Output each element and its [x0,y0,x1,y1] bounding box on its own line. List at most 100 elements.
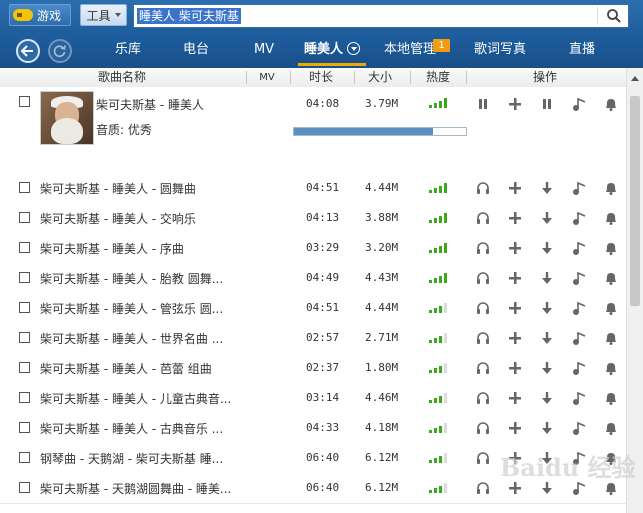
row-checkbox[interactable] [19,362,30,373]
add-button[interactable] [507,420,523,436]
tab-sleeping-beauty[interactable]: 睡美人 [298,34,366,68]
song-title[interactable]: 柴可夫斯基 - 睡美人 - 圆舞曲 [40,180,196,197]
header-mv[interactable]: MV [252,68,282,87]
row-checkbox[interactable] [19,482,30,493]
add-button[interactable] [507,240,523,256]
play-button[interactable] [475,210,491,226]
table-row[interactable]: 柴可夫斯基 - 睡美人 - 圆舞曲 04:51 4.44M [0,173,626,204]
add-button[interactable] [507,300,523,316]
download-button[interactable] [539,240,555,256]
table-row[interactable]: 柴可夫斯基 - 睡美人 - 古典音乐 ... 04:33 4.18M [0,413,626,444]
add-button[interactable] [507,360,523,376]
table-row[interactable]: 柴可夫斯基 - 睡美人 - 儿童古典音... 03:14 4.46M [0,383,626,414]
ringtone-button[interactable] [603,240,619,256]
play-button[interactable] [475,240,491,256]
tab-live[interactable]: 直播 [566,34,598,68]
row-checkbox[interactable] [19,452,30,463]
ringtone-button[interactable] [603,420,619,436]
play-button[interactable] [475,360,491,376]
ringtone-button[interactable] [603,390,619,406]
chevron-down-icon[interactable] [347,42,360,55]
add-button[interactable] [507,180,523,196]
add-button[interactable] [507,96,523,112]
table-row[interactable]: 柴可夫斯基 - 睡美人 - 胎教 圆舞... 04:49 4.43M [0,263,626,294]
header-heat[interactable]: 热度 [416,68,460,87]
header-song-name[interactable]: 歌曲名称 [40,68,204,87]
download-button[interactable] [539,300,555,316]
ringtone-button[interactable] [603,270,619,286]
tab-radio[interactable]: 电台 [176,34,216,68]
tab-local-management[interactable]: 本地管理 [382,34,438,68]
song-title[interactable]: 柴可夫斯基 - 睡美人 - 芭蕾 组曲 [40,360,212,377]
tab-mv[interactable]: MV [248,34,280,68]
table-row[interactable]: 柴可夫斯基 - 睡美人 - 芭蕾 组曲 02:37 1.80M [0,353,626,384]
ringtone-button[interactable] [603,300,619,316]
play-button[interactable] [475,420,491,436]
play-button[interactable] [475,270,491,286]
mv-button[interactable] [571,270,587,286]
mv-button[interactable] [571,300,587,316]
add-button[interactable] [507,330,523,346]
add-button[interactable] [507,270,523,286]
pause-download-button[interactable] [539,96,555,112]
game-button[interactable]: 游戏 [9,4,71,26]
play-button[interactable] [475,480,491,496]
mv-button[interactable] [571,210,587,226]
scroll-up-arrow-icon[interactable] [631,76,639,81]
download-button[interactable] [539,180,555,196]
mv-button[interactable] [571,390,587,406]
ringtone-button[interactable] [603,180,619,196]
playing-song-row[interactable]: 柴可夫斯基 - 睡美人 04:08 3.79M 音质: 优秀 [0,87,626,174]
song-title[interactable]: 柴可夫斯基 - 睡美人 - 世界名曲 ... [40,330,223,347]
header-size[interactable]: 大小 [360,68,400,87]
download-button[interactable] [539,210,555,226]
ringtone-button[interactable] [603,210,619,226]
song-title[interactable]: 钢琴曲 - 天鹅湖 - 柴可夫斯基 睡... [40,450,223,467]
download-button[interactable] [539,330,555,346]
song-title[interactable]: 柴可夫斯基 - 睡美人 - 古典音乐 ... [40,420,223,437]
row-checkbox[interactable] [19,242,30,253]
download-button[interactable] [539,360,555,376]
play-button[interactable] [475,330,491,346]
search-input[interactable]: 睡美人 柴可夫斯基 [133,4,629,28]
mv-button[interactable] [571,420,587,436]
tools-button[interactable]: 工具 [80,4,127,26]
ringtone-button[interactable] [603,330,619,346]
song-title[interactable]: 柴可夫斯基 - 睡美人 - 序曲 [40,240,184,257]
play-button[interactable] [475,450,491,466]
play-button[interactable] [475,390,491,406]
add-button[interactable] [507,390,523,406]
table-row[interactable]: 柴可夫斯基 - 睡美人 - 交响乐 04:13 3.88M [0,203,626,234]
table-row[interactable]: 柴可夫斯基 - 睡美人 - 序曲 03:29 3.20M [0,233,626,264]
scrollbar-thumb[interactable] [630,96,640,306]
download-button[interactable] [539,420,555,436]
row-checkbox[interactable] [19,422,30,433]
row-checkbox[interactable] [19,182,30,193]
pause-button[interactable] [475,96,491,112]
tab-lyrics-photo[interactable]: 歌词写真 [472,34,528,68]
search-icon[interactable] [606,8,622,24]
row-checkbox[interactable] [19,392,30,403]
song-title[interactable]: 柴可夫斯基 - 睡美人 - 胎教 圆舞... [40,270,223,287]
add-button[interactable] [507,210,523,226]
download-button[interactable] [539,390,555,406]
song-title[interactable]: 柴可夫斯基 - 睡美人 - 管弦乐 圆... [40,300,223,317]
table-row[interactable]: 柴可夫斯基 - 睡美人 - 世界名曲 ... 02:57 2.71M [0,323,626,354]
mv-button[interactable] [571,240,587,256]
table-row[interactable]: 柴可夫斯基 - 睡美人 - 管弦乐 圆... 04:51 4.44M [0,293,626,324]
mv-button[interactable] [571,330,587,346]
mv-button[interactable] [571,360,587,376]
mv-button[interactable] [571,180,587,196]
song-title[interactable]: 柴可夫斯基 - 天鹅湖圆舞曲 - 睡美... [40,480,231,497]
back-button[interactable] [16,39,40,63]
refresh-button[interactable] [48,39,72,63]
song-title[interactable]: 柴可夫斯基 - 睡美人 [96,96,204,113]
ringtone-button[interactable] [603,96,619,112]
download-button[interactable] [539,270,555,286]
ringtone-button[interactable] [603,360,619,376]
row-checkbox[interactable] [19,272,30,283]
scrollbar[interactable] [626,68,643,513]
row-checkbox[interactable] [19,332,30,343]
mv-button[interactable] [571,96,587,112]
row-checkbox[interactable] [19,302,30,313]
